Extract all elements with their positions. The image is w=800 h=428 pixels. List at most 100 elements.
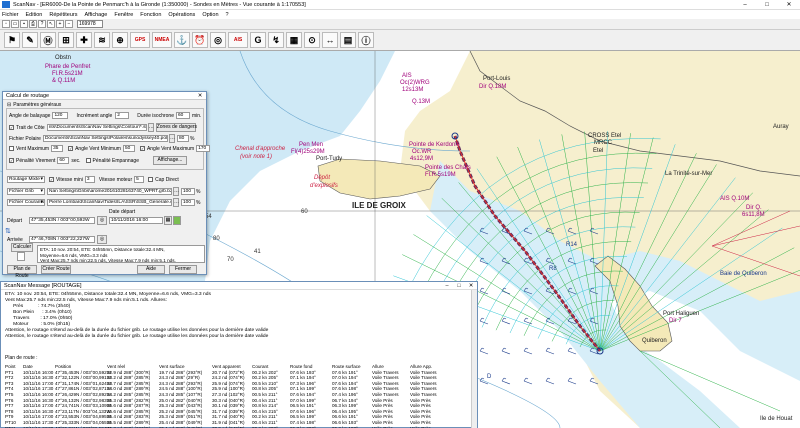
menu-item-2[interactable]: Répétiteurs xyxy=(49,12,77,18)
arrivee-pick-icon[interactable]: ◎ xyxy=(97,235,107,244)
info-icon[interactable]: ⓘ xyxy=(358,32,374,48)
increment-angle-input[interactable]: 2 xyxy=(115,112,130,119)
polaire-percent-input[interactable]: 80 xyxy=(176,135,189,142)
minimize-button[interactable]: – xyxy=(734,0,756,10)
waypoint-icon[interactable]: ✚ xyxy=(76,32,92,48)
trait-cote-browse[interactable]: … xyxy=(147,123,154,132)
message-line: Attention, le routage s'étend au-delà de… xyxy=(5,334,269,339)
map-label: Ile de Houat xyxy=(760,416,793,422)
nmea-icon[interactable]: NMEA xyxy=(152,32,172,48)
duree-isochrone-input[interactable]: 60 xyxy=(175,112,190,119)
compass-icon[interactable]: ⊕ xyxy=(112,32,128,48)
angle-vent-max-checkbox[interactable]: ✓ xyxy=(139,146,145,151)
open-icon[interactable]: ⚑ xyxy=(4,32,20,48)
zones-dangers-button[interactable]: Zones de dangers xyxy=(155,123,197,132)
new-icon[interactable]: ▫ xyxy=(2,20,10,28)
map-label: Dir Q. xyxy=(746,205,762,211)
calculer-button[interactable]: Calculer xyxy=(11,243,33,252)
virement-unit: sec. xyxy=(71,157,81,164)
duree-isochrone-label: Durée isochrone xyxy=(137,112,174,119)
grid-icon[interactable]: ▤ xyxy=(340,32,356,48)
penalite-empannage-checkbox[interactable] xyxy=(85,158,91,163)
vitesse-mini-input[interactable]: 3 xyxy=(84,176,95,183)
trait-cote-checkbox[interactable]: ✓ xyxy=(9,125,14,130)
affichage-button[interactable]: Affichage... xyxy=(152,156,187,165)
menu-item-0[interactable]: Fichier xyxy=(2,12,19,18)
date-picker-icon[interactable]: ▦ xyxy=(164,216,172,225)
courants-browse[interactable]: … xyxy=(173,198,179,207)
aide-button[interactable]: Aide xyxy=(137,265,165,274)
fichier-courants-select[interactable]: Fichier Courants xyxy=(7,199,45,206)
pointer-icon[interactable]: ↖ xyxy=(47,20,55,28)
zoom-icon[interactable]: ⊙ xyxy=(304,32,320,48)
open-icon[interactable]: ▭ xyxy=(11,20,19,28)
vitesse-mini-checkbox[interactable]: ✓ xyxy=(49,177,54,182)
polaire-browse[interactable]: … xyxy=(168,134,175,143)
vitesse-moteur-input[interactable]: 5 xyxy=(134,176,145,183)
swap-arrows-icon[interactable]: ⇅ xyxy=(5,227,11,235)
routage-close-button[interactable]: ✕ xyxy=(194,93,206,99)
message-minimize-button[interactable]: – xyxy=(441,283,453,289)
close-button[interactable]: ✕ xyxy=(778,0,800,10)
save-icon[interactable]: ▪ xyxy=(20,20,28,28)
routage-summary-line: Vent Max:25.7 nds min:22.5 nds, Vitesse … xyxy=(40,258,176,264)
menu-item-5[interactable]: Fonction xyxy=(140,12,161,18)
ais-icon[interactable]: AIS xyxy=(228,32,248,48)
menu-item-7[interactable]: Option xyxy=(202,12,218,18)
menu-item-8[interactable]: ? xyxy=(226,12,229,18)
fermer-button[interactable]: Fermer xyxy=(169,265,197,274)
print-icon[interactable]: ⎙ xyxy=(29,20,37,28)
penalite-virement-input[interactable]: 60 xyxy=(57,157,70,164)
routage-mode-select[interactable]: Routage Mixte xyxy=(7,176,45,183)
courants-percent-input[interactable]: 100 xyxy=(181,199,195,206)
angle-vent-max-input[interactable]: 170 xyxy=(196,145,211,152)
zoom-out-icon[interactable]: − xyxy=(65,20,73,28)
message-maximize-button[interactable]: □ xyxy=(453,283,465,289)
print-icon[interactable]: Ⓜ xyxy=(40,32,56,48)
angle-balayage-input[interactable]: 120 xyxy=(52,112,69,119)
cap-direct-checkbox[interactable] xyxy=(148,177,154,182)
measure-icon[interactable]: ↔ xyxy=(322,32,338,48)
gps-icon[interactable]: GPS xyxy=(130,32,150,48)
plan-route-button[interactable]: Plan de Route xyxy=(7,265,37,279)
target-icon[interactable]: ◎ xyxy=(210,32,226,48)
menu-item-4[interactable]: Fenêtre xyxy=(114,12,133,18)
tide-icon[interactable]: ≋ xyxy=(94,32,110,48)
menu-item-1[interactable]: Edition xyxy=(26,12,43,18)
date-depart-input[interactable]: 10/11/2016 16:00 xyxy=(109,217,163,224)
maximize-button[interactable]: □ xyxy=(756,0,778,10)
zoom-in-icon[interactable]: + xyxy=(56,20,64,28)
depart-pick-icon[interactable]: ◎ xyxy=(97,216,107,225)
grib-browse[interactable]: … xyxy=(173,187,179,196)
fichier-courants-path[interactable]: Pierre Lombard\ScanNav\Tides\ILA\SSR\SSB… xyxy=(47,199,172,206)
help-icon[interactable]: ? xyxy=(38,20,46,28)
creer-route-button[interactable]: Créer Route xyxy=(41,265,71,274)
menu-item-6[interactable]: Opérations xyxy=(168,12,195,18)
angle-vent-min-input[interactable]: 50 xyxy=(122,145,135,152)
fichier-polaire-path[interactable]: Documents\ScanNav Settings\Polaires\suno… xyxy=(42,135,168,142)
message-close-button[interactable]: ✕ xyxy=(465,283,477,289)
arrivee-position-input[interactable]: 47°46,708N / 003°22,227W xyxy=(29,236,95,243)
grib-percent-input[interactable]: 100 xyxy=(181,188,195,195)
save-icon[interactable]: ✎ xyxy=(22,32,38,48)
wind-icon[interactable]: ↯ xyxy=(268,32,284,48)
weather-icon[interactable] xyxy=(173,216,181,225)
trait-cote-path[interactable]: nts\Documents\ScanNav Settings\Contour\*… xyxy=(46,124,147,131)
menu-item-3[interactable]: Affichage xyxy=(84,12,107,18)
fichier-grib-select[interactable]: Fichier Grib xyxy=(7,188,45,195)
depart-position-input[interactable]: 47°35,453N / 003°00,592W xyxy=(29,217,95,224)
penalite-virement-checkbox[interactable]: ✓ xyxy=(9,158,14,163)
zoom-select[interactable]: 169978 xyxy=(77,20,103,28)
alarm-icon[interactable]: ⏰ xyxy=(192,32,208,48)
layers-icon[interactable]: ▦ xyxy=(286,32,302,48)
message-scrollbar[interactable] xyxy=(471,290,477,428)
route-icon[interactable]: ⊞ xyxy=(58,32,74,48)
map-label: La Trinité-sur-Mer xyxy=(665,171,713,177)
vent-max-input[interactable]: 35 xyxy=(51,145,64,152)
vent-max-checkbox[interactable] xyxy=(9,146,14,151)
grib-icon[interactable]: G xyxy=(250,32,266,48)
anchor-icon[interactable]: ⚓ xyxy=(174,32,190,48)
angle-vent-min-checkbox[interactable]: ✓ xyxy=(68,146,74,151)
fichier-grib-path[interactable]: Nan Settings\Gribs\arome20161028163740_W… xyxy=(47,188,172,195)
increment-angle-label: Incrément angle xyxy=(76,112,113,119)
